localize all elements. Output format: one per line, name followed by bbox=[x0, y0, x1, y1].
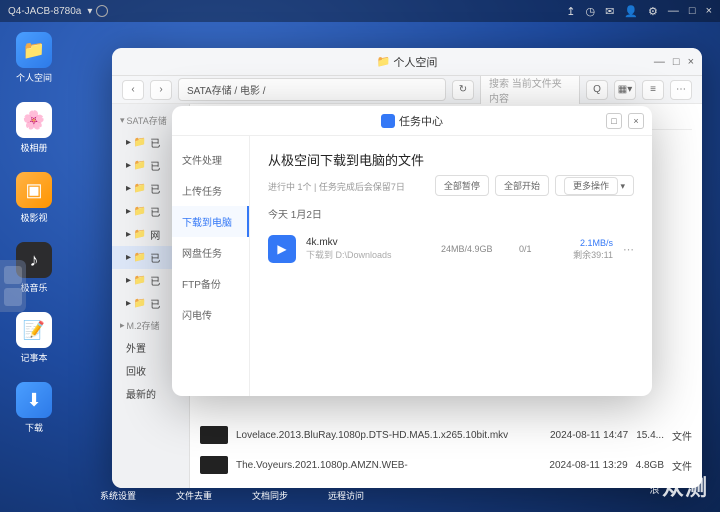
bottom-labels: 系统设置 文件去重 文档同步 远程访问 bbox=[100, 489, 364, 502]
tc-tab[interactable]: 网盘任务 bbox=[172, 237, 249, 268]
menu-btn[interactable]: ≡ bbox=[642, 80, 664, 100]
start-all-btn[interactable]: 全部开始 bbox=[495, 175, 549, 196]
thumb bbox=[200, 456, 228, 474]
globe-icon[interactable] bbox=[96, 5, 108, 17]
minimize-icon[interactable]: — bbox=[668, 5, 679, 17]
mail-icon[interactable]: ✉ bbox=[605, 5, 614, 18]
close-icon[interactable]: × bbox=[706, 5, 712, 17]
tc-date: 今天 1月2日 bbox=[268, 206, 634, 221]
file-row[interactable]: Lovelace.2013.BluRay.1080p.DTS-HD.MA5.1.… bbox=[200, 420, 692, 450]
refresh-btn[interactable]: ↻ bbox=[452, 80, 474, 100]
task-center-window: 任务中心 □ × 文件处理 上传任务 下载到电脑 网盘任务 FTP备份 闪电传 从… bbox=[172, 106, 652, 396]
fwd-btn[interactable]: › bbox=[150, 80, 172, 100]
task-name: 4k.mkv bbox=[306, 237, 431, 248]
task-speed: 2.1MB/s bbox=[555, 238, 613, 248]
tc-tab[interactable]: 文件处理 bbox=[172, 144, 249, 175]
tc-title: 任务中心 bbox=[399, 113, 443, 129]
desktop-icon-space[interactable]: 📁个人空间 bbox=[10, 32, 58, 84]
tc-sub: 进行中 1个 | 任务完成后会保留7日 bbox=[268, 180, 405, 193]
tc-sidebar: 文件处理 上传任务 下载到电脑 网盘任务 FTP备份 闪电传 bbox=[172, 136, 250, 396]
tc-close[interactable]: × bbox=[628, 113, 644, 129]
task-size: 24MB/4.9GB bbox=[441, 244, 509, 254]
fm-title: 个人空间 bbox=[393, 54, 437, 70]
fm-min[interactable]: — bbox=[654, 56, 665, 68]
speed-icon[interactable]: ◷ bbox=[586, 5, 596, 18]
search-input[interactable]: 搜索 当前文件夹内容 bbox=[480, 71, 580, 109]
settings-icon[interactable]: ⚙ bbox=[648, 5, 658, 18]
path-bar[interactable]: SATA存储 / 电影 / bbox=[178, 78, 446, 101]
tc-tab[interactable]: FTP备份 bbox=[172, 268, 249, 299]
dock bbox=[0, 260, 26, 312]
dropdown-icon[interactable]: ▾ bbox=[87, 6, 92, 17]
tc-max[interactable]: □ bbox=[606, 113, 622, 129]
dock-item[interactable] bbox=[4, 288, 22, 306]
task-row[interactable]: ▶ 4k.mkv 下载到 D:\Downloads 24MB/4.9GB 0/1… bbox=[268, 227, 634, 271]
tc-heading: 从极空间下载到电脑的文件 bbox=[268, 150, 634, 169]
desktop-icon-notes[interactable]: 📝记事本 bbox=[10, 312, 58, 364]
more-actions-btn[interactable]: 更多操作 ▾ bbox=[555, 175, 634, 196]
desktop-icon-video[interactable]: ▣极影视 bbox=[10, 172, 58, 224]
task-eta: 剩余39:11 bbox=[555, 248, 613, 261]
task-more-icon[interactable]: ⋯ bbox=[623, 243, 634, 256]
upload-icon[interactable]: ↥ bbox=[566, 5, 575, 18]
fm-max[interactable]: □ bbox=[673, 56, 680, 68]
file-icon: ▶ bbox=[268, 235, 296, 263]
back-btn[interactable]: ‹ bbox=[122, 80, 144, 100]
maximize-icon[interactable]: □ bbox=[689, 5, 696, 17]
watermark: 新浪 众测 bbox=[645, 470, 708, 502]
user-icon[interactable]: 👤 bbox=[624, 5, 638, 18]
dock-item[interactable] bbox=[4, 266, 22, 284]
desktop-icon-photos[interactable]: 🌸极相册 bbox=[10, 102, 58, 154]
search-btn[interactable]: Q bbox=[586, 80, 608, 100]
file-row[interactable]: The.Voyeurs.2021.1080p.AMZN.WEB- 2024-08… bbox=[200, 450, 692, 480]
fm-close[interactable]: × bbox=[688, 56, 694, 68]
device-name: Q4-JACB-8780a bbox=[8, 6, 81, 17]
desktop-icon-download[interactable]: ⬇下载 bbox=[10, 382, 58, 434]
task-prog: 0/1 bbox=[519, 244, 545, 254]
task-path: 下载到 D:\Downloads bbox=[306, 248, 431, 261]
view-btn[interactable]: ▦▾ bbox=[614, 80, 636, 100]
tc-tab[interactable]: 闪电传 bbox=[172, 299, 249, 330]
more-btn[interactable]: ⋯ bbox=[670, 80, 692, 100]
tc-logo-icon bbox=[381, 114, 395, 128]
thumb bbox=[200, 426, 228, 444]
tc-tab[interactable]: 上传任务 bbox=[172, 175, 249, 206]
pause-all-btn[interactable]: 全部暂停 bbox=[435, 175, 489, 196]
tc-tab-active[interactable]: 下载到电脑 bbox=[172, 206, 249, 237]
